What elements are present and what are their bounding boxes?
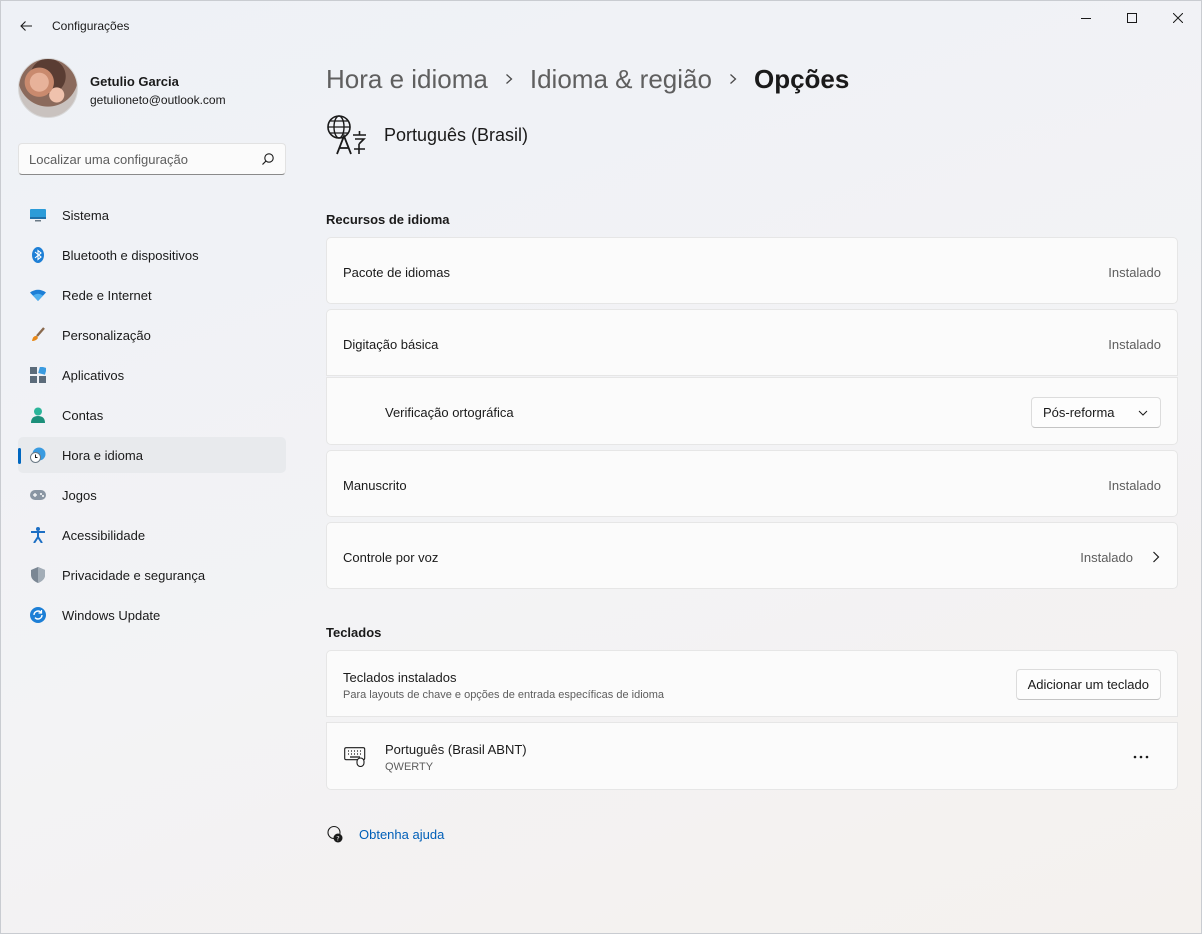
update-icon <box>30 607 46 623</box>
bluetooth-icon <box>30 247 46 263</box>
section-title-keyboards: Teclados <box>326 625 382 640</box>
sidebar-nav: Sistema Bluetooth e dispositivos Rede e … <box>18 197 286 637</box>
language-header: Português (Brasil) <box>326 113 528 157</box>
more-options-button[interactable] <box>1129 747 1153 767</box>
gamepad-icon <box>30 487 46 503</box>
search-input[interactable] <box>29 144 259 174</box>
spell-check-row: Verificação ortográfica Pós-reforma <box>326 377 1178 445</box>
sidebar-item-windows-update[interactable]: Windows Update <box>18 597 286 633</box>
sidebar-item-hora-idioma[interactable]: Hora e idioma <box>18 437 286 473</box>
add-keyboard-button[interactable]: Adicionar um teclado <box>1015 669 1161 700</box>
monitor-icon <box>30 207 46 223</box>
person-icon <box>30 407 46 423</box>
maximize-icon <box>1127 13 1137 23</box>
status-text: Instalado <box>1080 550 1133 565</box>
sidebar-item-label: Privacidade e segurança <box>62 567 206 583</box>
sidebar-item-label: Hora e idioma <box>62 447 143 463</box>
keyboard-icon <box>344 747 366 767</box>
row-label: Verificação ortográfica <box>385 405 514 420</box>
sidebar-item-label: Personalização <box>62 327 151 343</box>
settings-window: Configurações Getulio Garcia getulioneto… <box>0 0 1202 934</box>
sidebar-item-label: Jogos <box>62 487 97 503</box>
minimize-icon <box>1081 18 1091 19</box>
section-title-language-features: Recursos de idioma <box>326 212 450 227</box>
accessibility-icon <box>30 527 46 543</box>
sidebar-item-acessibilidade[interactable]: Acessibilidade <box>18 517 286 553</box>
chevron-down-icon <box>1138 410 1148 416</box>
row-description: Para layouts de chave e opções de entrad… <box>343 689 665 701</box>
user-email: getulioneto@outlook.com <box>90 93 226 107</box>
search-box <box>18 143 286 175</box>
voice-control-row[interactable]: Controle por voz Instalado <box>326 522 1178 589</box>
sidebar-item-contas[interactable]: Contas <box>18 397 286 433</box>
breadcrumb-item-idioma-regiao[interactable]: Idioma & região <box>530 64 712 95</box>
sidebar-item-label: Windows Update <box>62 607 161 623</box>
sidebar-item-privacidade[interactable]: Privacidade e segurança <box>18 557 286 593</box>
help-section: ? Obtenha ajuda <box>326 824 444 844</box>
app-title: Configurações <box>52 19 130 33</box>
sidebar-item-label: Sistema <box>62 207 109 223</box>
help-icon: ? <box>327 825 343 843</box>
language-name: Português (Brasil) <box>384 124 529 145</box>
row-label: Pacote de idiomas <box>343 265 450 280</box>
page-title: Opções <box>753 63 850 94</box>
get-help-link[interactable]: Obtenha ajuda <box>359 827 444 842</box>
back-arrow-icon <box>20 21 32 31</box>
sidebar-item-jogos[interactable]: Jogos <box>18 477 286 513</box>
sidebar-item-personalizacao[interactable]: Personalização <box>18 317 286 353</box>
brush-icon <box>30 327 46 343</box>
keyboard-name: Português (Brasil ABNT) <box>385 742 527 757</box>
row-label: Controle por voz <box>343 550 439 565</box>
row-label: Digitação básica <box>343 337 439 352</box>
status-text: Instalado <box>1108 337 1161 352</box>
wifi-icon <box>30 287 46 303</box>
close-icon <box>1173 13 1183 23</box>
row-label: Teclados instalados <box>343 670 457 685</box>
status-text: Instalado <box>1108 478 1161 493</box>
handwriting-row: Manuscrito Instalado <box>326 450 1178 517</box>
avatar <box>18 58 78 118</box>
apps-icon <box>30 367 46 383</box>
chevron-right-icon <box>712 61 754 97</box>
chevron-right-icon <box>488 61 530 97</box>
status-text: Instalado <box>1108 265 1161 280</box>
language-icon <box>327 115 366 155</box>
search-icon[interactable] <box>261 152 275 166</box>
sidebar-item-label: Contas <box>62 407 104 423</box>
chevron-right-icon <box>1153 551 1160 563</box>
keyboard-item-row: Português (Brasil ABNT) QWERTY <box>326 722 1178 790</box>
close-button[interactable] <box>1155 1 1201 35</box>
sidebar-item-aplicativos[interactable]: Aplicativos <box>18 357 286 393</box>
language-pack-row: Pacote de idiomas Instalado <box>326 237 1178 304</box>
maximize-button[interactable] <box>1109 1 1155 35</box>
basic-typing-row: Digitação básica Instalado <box>326 309 1178 376</box>
title-bar: Configurações <box>1 1 1201 49</box>
window-controls <box>1063 1 1201 35</box>
installed-keyboards-row: Teclados instalados Para layouts de chav… <box>326 650 1178 717</box>
sidebar-item-label: Acessibilidade <box>62 527 146 543</box>
sidebar-item-bluetooth[interactable]: Bluetooth e dispositivos <box>18 237 286 273</box>
keyboard-layout: QWERTY <box>385 761 434 773</box>
sidebar-item-label: Aplicativos <box>62 367 125 383</box>
sidebar-item-label: Rede e Internet <box>62 287 152 303</box>
breadcrumb-item-hora-idioma[interactable]: Hora e idioma <box>326 64 488 95</box>
dropdown-value: Pós-reforma <box>1043 405 1115 420</box>
breadcrumb: Hora e idioma Idioma & região Opções <box>326 61 849 97</box>
more-icon <box>1133 755 1149 759</box>
back-button[interactable] <box>13 13 39 39</box>
row-label: Manuscrito <box>343 478 407 493</box>
spell-check-dropdown[interactable]: Pós-reforma <box>1031 397 1161 428</box>
clock-globe-icon <box>30 447 46 463</box>
sidebar-item-rede[interactable]: Rede e Internet <box>18 277 286 313</box>
shield-icon <box>30 567 46 583</box>
user-name: Getulio Garcia <box>90 74 179 89</box>
minimize-button[interactable] <box>1063 1 1109 35</box>
svg-text:?: ? <box>336 835 339 843</box>
sidebar-item-sistema[interactable]: Sistema <box>18 197 286 233</box>
sidebar-item-label: Bluetooth e dispositivos <box>62 247 199 263</box>
